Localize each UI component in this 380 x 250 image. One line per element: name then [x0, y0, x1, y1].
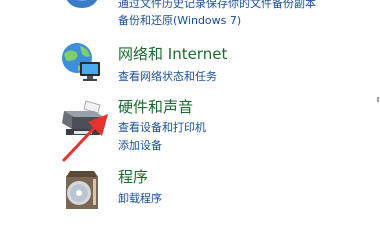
view-devices-printers-link[interactable]: 查看设备和打印机 [118, 121, 206, 135]
uninstall-program-link[interactable]: 卸载程序 [118, 192, 162, 206]
backup-icon [62, 0, 102, 12]
programs-title[interactable]: 程序 [118, 168, 148, 186]
add-device-link[interactable]: 添加设备 [118, 139, 162, 153]
hardware-sound-title[interactable]: 硬件和声音 [118, 98, 193, 116]
network-internet-title[interactable]: 网络和 Internet [118, 45, 227, 63]
file-history-link[interactable]: 通过文件历史记录保存你的文件备份副本 [118, 0, 316, 11]
view-network-status-link[interactable]: 查看网络状态和任务 [118, 70, 217, 84]
backup-restore-link[interactable]: 备份和还原(Windows 7) [118, 14, 241, 28]
scroll-tick [377, 97, 379, 102]
red-arrow-annotation [58, 108, 116, 166]
network-globe-icon [58, 40, 104, 86]
programs-disc-icon [62, 167, 102, 213]
